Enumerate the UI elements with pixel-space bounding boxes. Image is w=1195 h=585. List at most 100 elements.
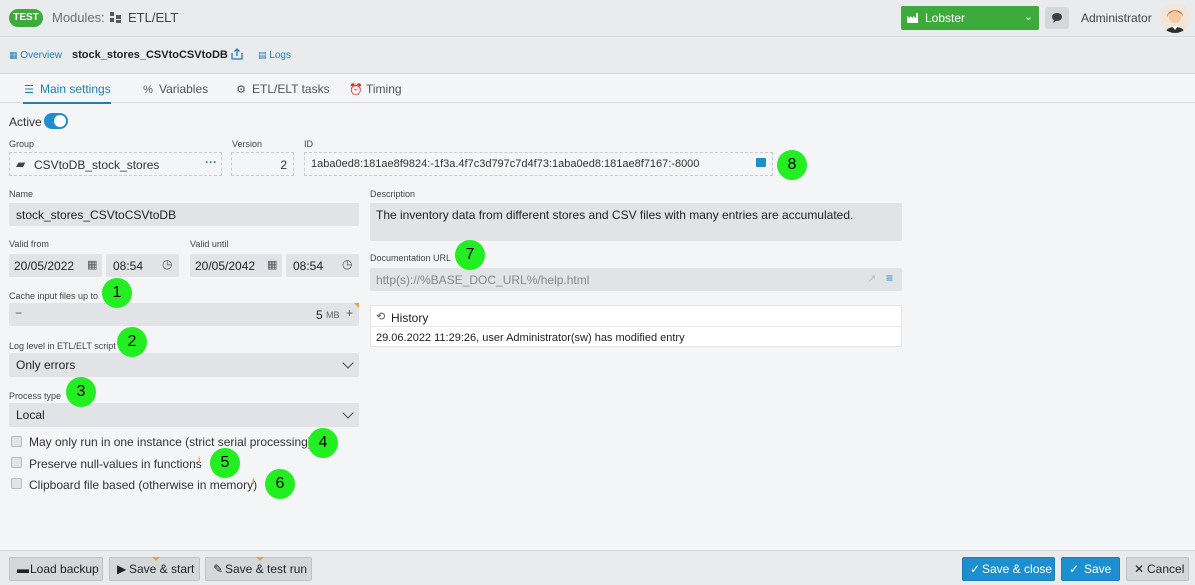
annotation-badge-7: 7: [455, 240, 485, 270]
tenant-select[interactable]: Lobster ⌄: [901, 6, 1039, 30]
docurl-label: Documentation URL: [370, 253, 452, 263]
tasks-icon: ⚙: [236, 84, 246, 96]
cancel-label: Cancel: [1147, 562, 1185, 576]
export-icon[interactable]: [231, 48, 243, 60]
history-title: History: [391, 311, 429, 325]
valid-until-date: 20/05/2042: [195, 259, 256, 273]
info-icon[interactable]: i: [252, 476, 255, 486]
save-button[interactable]: ✓ Save: [1061, 557, 1120, 581]
calendar-icon[interactable]: ▦: [267, 258, 277, 271]
user-name[interactable]: Administrator: [1081, 11, 1152, 25]
tab-label: Variables: [159, 82, 209, 96]
info-icon[interactable]: i: [198, 455, 201, 465]
group-field[interactable]: ▰ CSVtoDB_stock_stores ···: [9, 152, 222, 176]
name-value: stock_stores_CSVtoCSVtoDB: [16, 208, 177, 222]
tab-timing[interactable]: ⏰ Timing: [349, 82, 402, 102]
valid-until-time-input[interactable]: 08:54 ◷: [286, 254, 359, 277]
overview-icon: ▦: [9, 50, 18, 60]
serial-checkbox[interactable]: [11, 436, 22, 447]
list-icon: ☰: [24, 84, 34, 96]
cancel-button[interactable]: ✕ Cancel: [1126, 557, 1189, 581]
history-entry: 29.06.2022 11:29:26, user Administrator(…: [376, 332, 685, 344]
valid-from-date-input[interactable]: 20/05/2022 ▦: [9, 254, 102, 277]
group-value: CSVtoDB_stock_stores: [34, 158, 160, 172]
id-value: 1aba0ed8:181ae8f9824:-1f3a.4f7c3d797c7d4…: [311, 158, 700, 170]
chat-icon: [1052, 13, 1062, 23]
save-start-button[interactable]: ▶ Save & start: [109, 557, 200, 581]
more-options-icon[interactable]: ···: [205, 155, 217, 169]
annotation-badge-1: 1: [102, 278, 132, 308]
logs-link[interactable]: ▤ Logs: [258, 50, 291, 61]
save-test-run-label: Save & test run: [225, 562, 308, 576]
chevron-down-icon: ⌄: [1023, 11, 1033, 23]
name-input[interactable]: stock_stores_CSVtoCSVtoDB: [9, 203, 359, 226]
loglevel-select[interactable]: Only errors: [9, 353, 359, 377]
annotation-badge-4: 4: [308, 428, 338, 458]
chat-button[interactable]: [1045, 7, 1069, 29]
valid-until-date-input[interactable]: 20/05/2042 ▦: [190, 254, 282, 277]
valid-until-label: Valid until: [190, 239, 229, 249]
decrement-button[interactable]: −: [15, 306, 22, 320]
active-label: Active: [9, 115, 42, 129]
load-backup-button[interactable]: ▬ Load backup: [9, 557, 103, 581]
record-title: stock_stores_CSVtoCSVtoDB: [72, 49, 228, 61]
docurl-input[interactable]: http(s)://%BASE_DOC_URL%/help.html ↗ ≡: [370, 268, 902, 291]
clipboard-checkbox-label: Clipboard file based (otherwise in memor…: [29, 478, 258, 492]
calendar-icon[interactable]: ▦: [87, 258, 97, 271]
external-link-icon[interactable]: ↗: [867, 272, 876, 285]
tab-main-settings[interactable]: ☰ Main settings: [23, 82, 111, 104]
user-avatar-icon: [1160, 3, 1190, 33]
cache-unit: MB: [326, 310, 340, 320]
avatar[interactable]: [1160, 3, 1190, 33]
serial-checkbox-label: May only run in one instance (strict ser…: [29, 435, 312, 449]
chevron-down-icon: [342, 407, 354, 419]
annotation-badge-3: 3: [66, 377, 96, 407]
top-bar: TEST Modules: ETL/ELT Lobster ⌄ Administ…: [0, 0, 1195, 37]
module-icon: [110, 12, 121, 23]
description-label: Description: [370, 189, 416, 199]
logs-label: Logs: [269, 50, 291, 61]
alarm-clock-icon: ⏰: [349, 84, 363, 96]
cache-stepper[interactable]: − 5 MB +: [9, 303, 359, 326]
menu-icon[interactable]: ≡: [886, 271, 893, 285]
clock-icon[interactable]: ◷: [342, 257, 352, 271]
active-toggle[interactable]: [44, 113, 68, 129]
footer-toolbar: ▬ Load backup ▶ Save & start ✎ Save & te…: [0, 550, 1195, 585]
overview-link[interactable]: ▦ Overview: [9, 50, 62, 61]
valid-from-date: 20/05/2022: [14, 259, 75, 273]
loglevel-value: Only errors: [16, 358, 76, 372]
changed-marker: [354, 303, 359, 308]
clipboard-checkbox[interactable]: [11, 478, 22, 489]
valid-from-label: Valid from: [9, 239, 49, 249]
check-icon: ✓: [1069, 562, 1080, 576]
loglevel-label: Log level in ETL/ELT script: [9, 341, 116, 351]
save-test-run-button[interactable]: ✎ Save & test run: [205, 557, 312, 581]
save-close-button[interactable]: ✓ Save & close: [962, 557, 1055, 581]
save-start-label: Save & start: [129, 562, 195, 576]
module-name[interactable]: ETL/ELT: [128, 10, 178, 25]
process-label: Process type: [9, 391, 62, 401]
tab-etl-tasks[interactable]: ⚙ ETL/ELT tasks: [235, 82, 330, 102]
description-textarea[interactable]: The inventory data from different stores…: [370, 203, 902, 241]
tab-variables[interactable]: % Variables: [142, 82, 208, 102]
percent-icon: %: [143, 84, 153, 96]
version-label: Version: [232, 139, 263, 149]
process-select[interactable]: Local: [9, 403, 359, 427]
tab-bar: ☰ Main settings % Variables ⚙ ETL/ELT tasks…: [0, 75, 1195, 104]
save-label: Save: [1084, 562, 1112, 576]
id-search-icon[interactable]: [756, 158, 766, 167]
clock-icon[interactable]: ◷: [162, 257, 172, 271]
process-value: Local: [16, 408, 45, 422]
increment-button[interactable]: +: [346, 306, 353, 320]
load-backup-label: Load backup: [30, 562, 99, 576]
tab-label: Timing: [366, 82, 402, 96]
log-file-icon: ▤: [258, 50, 267, 60]
null-values-checkbox[interactable]: [11, 457, 22, 468]
id-label: ID: [304, 139, 313, 149]
annotation-badge-8: 8: [777, 150, 807, 180]
history-panel: ⟲ History 29.06.2022 11:29:26, user Admi…: [370, 305, 902, 347]
tab-label: Main settings: [40, 82, 111, 96]
valid-from-time-input[interactable]: 08:54 ◷: [106, 254, 179, 277]
overview-label: Overview: [20, 50, 62, 61]
folder-icon: ▰: [16, 157, 26, 171]
